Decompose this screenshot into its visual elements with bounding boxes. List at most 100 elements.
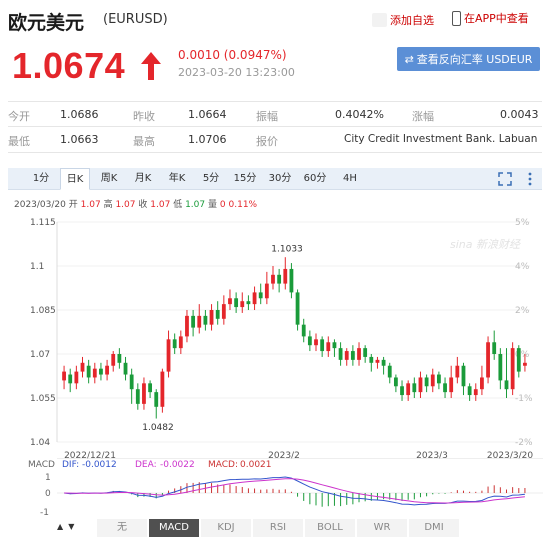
indicator-tab-wr[interactable]: WR [356,519,407,537]
indicator-tab-dmi[interactable]: DMI [408,519,459,537]
candle-body [498,354,503,381]
stat-label-amplitude: 振幅 [256,110,278,123]
ohlc-low: 1.07 [185,200,206,210]
candle-body [203,315,208,325]
candle-body [117,354,122,363]
scroll-buttons[interactable]: ▲ ▼ [57,522,74,531]
view-in-app-button[interactable]: 在APP中查看 [452,10,529,26]
candle-body [424,377,429,387]
indicator-tab-boll[interactable]: BOLL [304,519,355,537]
candlestick-chart[interactable]: sina 新浪财经 1.115 1.1 1.085 1.07 1.055 1.04 5% 4… [0,210,550,460]
page-title: 欧元美元 [8,12,85,34]
ohlc-open: 1.07 [80,200,101,210]
candle-body [449,377,454,393]
candle-body [504,380,509,390]
stat-label-source: 报价 [256,135,278,148]
candle-body [473,389,478,396]
candle-body [197,315,202,328]
macd-panel[interactable]: MACD DIF: -0.0012 DEA: -0.0022 MACD: 0.0… [0,458,550,520]
macd-dif-value: -0.0012 [82,460,117,470]
y-right-tick: -1% [515,394,533,404]
tab-15min[interactable]: 15分 [230,168,260,190]
candle-body [277,274,282,284]
ohlc-date: 2023/03/20 [14,200,66,210]
current-price: 1.0674 [12,45,126,86]
ohlc-high-label: 高 [103,200,113,210]
y-left-tick: 1.085 [30,306,56,316]
tab-5min[interactable]: 5分 [198,168,224,190]
candle-body [92,368,97,378]
tab-60min[interactable]: 60分 [300,168,330,190]
y-left-tick: 1.07 [30,350,50,360]
stat-label-change: 涨幅 [412,110,434,123]
candle-body [467,386,472,396]
stat-label-high: 最高 [133,135,155,148]
stats-row: 最低 1.0663 最高 1.0706 报价 City Credit Inves… [8,127,542,153]
candle-body [166,339,171,372]
tab-4h[interactable]: 4H [335,168,365,190]
candle-body [510,348,515,390]
candle-body [289,268,294,293]
candle-body [271,274,275,284]
stat-label-prev-close: 昨收 [133,110,155,123]
macd-macd-label: MACD: [208,460,238,470]
y-left-tick: 1.04 [30,438,50,448]
indicator-tab-none[interactable]: 无 [96,519,147,537]
tab-yearly-k[interactable]: 年K [164,168,190,190]
ohlc-open-label: 开 [68,200,78,210]
scroll-up-icon[interactable]: ▲ [57,522,63,531]
candle-body [185,315,189,337]
tab-30min[interactable]: 30分 [265,168,295,190]
candle-body [80,362,85,372]
candle-body [246,301,251,305]
y-right-tick: 2% [515,306,530,316]
macd-tick-1: 1 [45,473,51,483]
stat-label-open: 今开 [8,110,30,123]
annotation-label: 1.1033 [271,244,303,254]
candle-body [332,342,337,349]
candle-body [393,377,398,387]
candle-body [129,374,134,390]
indicator-tab-kdj[interactable]: KDJ [200,519,251,537]
stat-value-amplitude: 0.4042% [335,108,384,121]
candle-body [326,342,331,352]
add-watchlist-button[interactable]: 添加自选 [372,12,434,28]
candle-body [406,383,411,396]
macd-dea-label: DEA: [135,460,157,470]
candle-body [264,283,269,299]
candle-body [301,324,306,337]
candle-body [480,377,484,390]
tab-weekly-k[interactable]: 周K [96,168,122,190]
candle-body [344,351,349,360]
ohlc-close-label: 收 [138,200,148,210]
more-options-icon[interactable] [523,172,537,186]
phone-icon [452,10,461,26]
macd-dif-label: DIF: [62,460,79,470]
candle-body [252,292,257,305]
candle-body [154,392,159,407]
candle-body [160,371,165,407]
ohlc-close: 1.07 [150,200,171,210]
macd-macd-value: 0.0021 [240,460,272,470]
ohlc-low-label: 低 [173,200,183,210]
candle-body [418,377,423,393]
candle-body [443,383,447,393]
stat-label-low: 最低 [8,135,30,148]
indicator-tab-macd[interactable]: MACD [148,519,199,537]
reverse-rate-button[interactable]: ⇄ 查看反向汇率 USDEUR [397,47,540,71]
candle-body [436,374,441,384]
stat-value-source: City Credit Investment Bank. Labuan [344,133,538,145]
y-right-tick: -2% [515,438,533,448]
tab-daily-k[interactable]: 日K [60,168,90,190]
stat-value-change: 0.0043 [500,108,539,121]
price-change: 0.0010 (0.0947%) [178,48,287,62]
indicator-tab-rsi[interactable]: RSI [252,519,303,537]
tab-monthly-k[interactable]: 月K [130,168,156,190]
y-axis-left: 1.115 1.1 1.085 1.07 1.055 1.04 [30,218,56,448]
y-left-tick: 1.1 [30,262,44,272]
tab-1min[interactable]: 1分 [28,168,54,190]
fullscreen-icon[interactable] [498,172,512,186]
scroll-down-icon[interactable]: ▼ [68,522,74,531]
macd-tick-0: 0 [45,489,51,499]
ohlc-volume: 0 [219,200,226,210]
